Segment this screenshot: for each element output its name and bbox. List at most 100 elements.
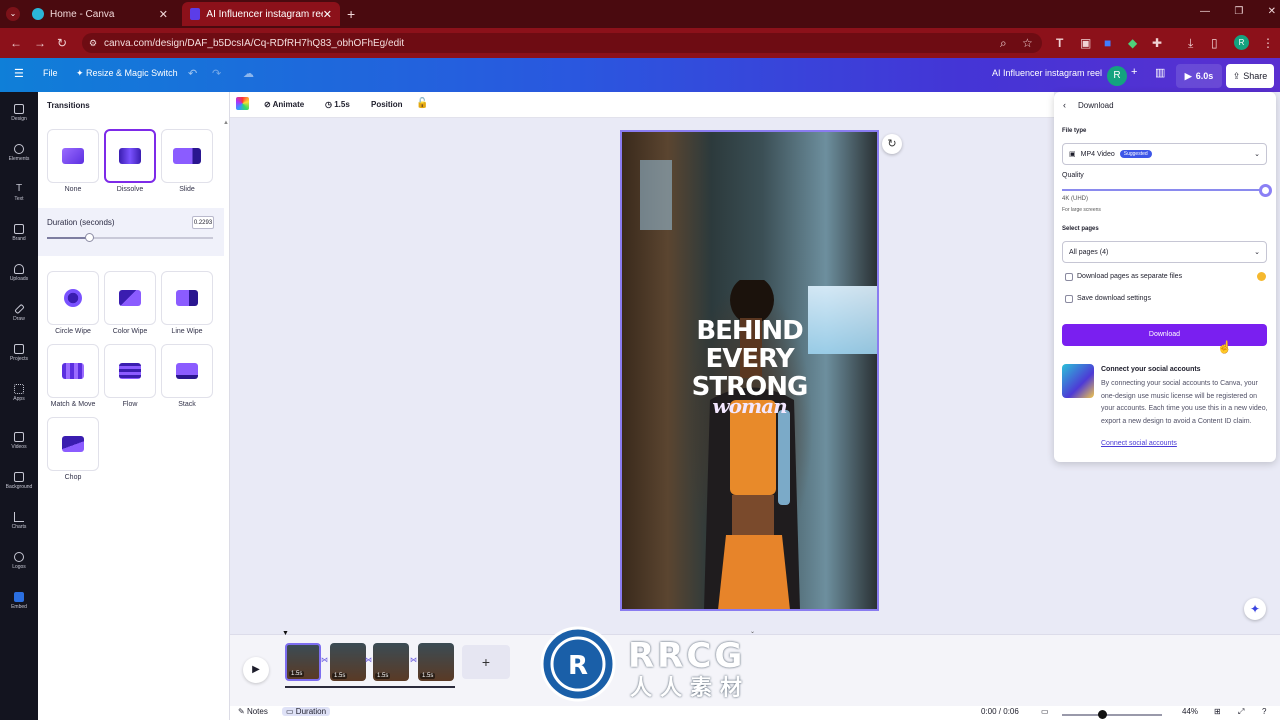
forward-icon[interactable]: → — [34, 36, 46, 50]
browser-tab-home[interactable]: Home - Canva ✕ — [24, 2, 176, 26]
resize-magic-switch-button[interactable]: ✦ Resize & Magic Switch — [76, 68, 178, 79]
url-field[interactable]: ⚙ canva.com/design/DAF_b5DcsIA/Cq-RDfRH7… — [82, 33, 1042, 53]
rail-item-design[interactable]: Design — [0, 104, 38, 122]
refresh-icon[interactable]: ↻ — [882, 134, 902, 154]
rail-item-brand[interactable]: Brand — [0, 224, 38, 242]
rail-item-uploads[interactable]: Uploads — [0, 264, 38, 282]
extension-icon[interactable]: ▣ — [1080, 36, 1091, 50]
duration-toggle-button[interactable]: ▭ Duration — [282, 707, 331, 716]
download-icon[interactable]: ⤓ — [1188, 36, 1193, 51]
extension-blue-icon[interactable]: ■ — [1104, 36, 1111, 50]
transition-none[interactable] — [47, 129, 99, 183]
rail-item-apps[interactable]: Apps — [0, 384, 38, 402]
transition-circle-wipe[interactable] — [47, 271, 99, 325]
rail-item-charts[interactable]: Charts — [0, 512, 38, 530]
position-button[interactable]: Position — [371, 100, 403, 109]
browser-menu-icon[interactable]: ⋮ — [1262, 36, 1274, 50]
add-collaborator-icon[interactable]: + — [1131, 66, 1137, 78]
notes-button[interactable]: ✎ Notes — [238, 707, 268, 716]
transition-slide[interactable] — [161, 129, 213, 183]
fullscreen-icon[interactable]: ⤢ — [1238, 707, 1244, 717]
color-picker-button[interactable] — [236, 97, 249, 110]
help-icon[interactable]: ? — [1262, 707, 1266, 716]
duration-slider-handle[interactable] — [85, 233, 94, 242]
lock-icon[interactable]: 🔓 — [416, 98, 428, 109]
duration-button[interactable]: ◷ 1.5s — [325, 100, 350, 109]
transition-line-wipe[interactable] — [161, 271, 213, 325]
transition-marker-icon[interactable]: ⋈ — [410, 656, 417, 664]
zoom-slider-track[interactable] — [1062, 714, 1162, 716]
quality-slider-handle[interactable] — [1259, 184, 1272, 197]
grid-view-icon[interactable]: ⊞ — [1214, 707, 1221, 716]
file-menu[interactable]: File — [43, 68, 58, 78]
rail-item-background[interactable]: Background — [0, 472, 38, 490]
duration-input[interactable]: 0.2293 — [192, 216, 214, 229]
rail-item-projects[interactable]: Projects — [0, 344, 38, 362]
extension-t-icon[interactable]: T — [1056, 36, 1063, 50]
back-icon[interactable]: ← — [10, 36, 22, 50]
close-window-icon[interactable]: ✕ — [1268, 6, 1276, 17]
quality-slider-track[interactable] — [1062, 189, 1267, 191]
magic-assistant-icon[interactable]: ✦ — [1244, 598, 1266, 620]
close-tab-icon[interactable]: ✕ — [159, 8, 168, 21]
animate-button[interactable]: ⊘ Animate — [264, 100, 304, 109]
rail-item-videos[interactable]: Videos — [0, 432, 38, 450]
transition-marker-icon[interactable]: ⋈ — [321, 656, 328, 664]
connect-social-link[interactable]: Connect social accounts — [1101, 440, 1177, 447]
tab-list-chevron-icon[interactable]: ⌄ — [6, 7, 20, 21]
fit-page-icon[interactable]: ▭ — [1041, 707, 1049, 716]
timeline-clip[interactable]: 1.5s — [418, 643, 454, 681]
transition-chop[interactable] — [47, 417, 99, 471]
restore-icon[interactable]: ❐ — [1234, 6, 1243, 17]
zoom-icon[interactable]: ⌕ — [1000, 36, 1007, 51]
timeline-play-button[interactable]: ▶ — [243, 657, 269, 683]
site-info-icon[interactable]: ⚙ — [89, 38, 97, 49]
timeline-clip[interactable]: 1.5s — [330, 643, 366, 681]
timeline-clip[interactable]: 1.5s — [373, 643, 409, 681]
browser-tab-design[interactable]: AI Influencer instagram reel - I ✕ — [182, 2, 340, 26]
close-tab-icon[interactable]: ✕ — [323, 8, 332, 21]
new-tab-button[interactable]: + — [347, 6, 355, 22]
rail-item-text[interactable]: T Text — [0, 184, 38, 203]
transition-color-wipe[interactable] — [104, 271, 156, 325]
present-play-button[interactable]: ▶ 6.0s — [1176, 64, 1222, 88]
insights-chart-icon[interactable]: ▥ — [1155, 66, 1165, 79]
playhead-marker-icon[interactable]: ▼ — [282, 630, 289, 637]
url-text: canva.com/design/DAF_b5DcsIA/Cq-RDfRH7hQ… — [104, 37, 405, 49]
hamburger-menu-icon[interactable]: ☰ — [14, 67, 24, 80]
zoom-level[interactable]: 44% — [1182, 707, 1198, 716]
rail-item-embed[interactable]: Embed — [0, 592, 38, 610]
sidepanel-icon[interactable]: ▯ — [1211, 36, 1218, 50]
design-title[interactable]: AI Influencer instagram reel — [992, 68, 1102, 78]
zoom-slider-handle[interactable] — [1098, 710, 1107, 719]
rail-item-elements[interactable]: Elements — [0, 144, 38, 162]
minimize-icon[interactable]: — — [1200, 6, 1210, 17]
undo-icon[interactable]: ↶ — [188, 67, 197, 80]
timeline-collapse-icon[interactable]: ⌄ — [750, 628, 755, 635]
collaborator-avatar[interactable]: R — [1107, 66, 1127, 86]
save-settings-checkbox[interactable] — [1065, 295, 1073, 303]
transition-stack[interactable] — [161, 344, 213, 398]
redo-icon[interactable]: ↷ — [212, 67, 221, 80]
rail-item-draw[interactable]: Draw — [0, 303, 38, 322]
extensions-puzzle-icon[interactable]: ✚ — [1152, 36, 1162, 50]
profile-avatar[interactable]: R — [1234, 35, 1249, 50]
timeline-clip[interactable]: 1.5s — [285, 643, 321, 681]
panel-scroll-arrow-icon[interactable]: ▲ — [223, 120, 229, 126]
share-button[interactable]: ⇪ Share — [1226, 64, 1274, 88]
download-button[interactable]: Download — [1062, 324, 1267, 346]
reload-icon[interactable]: ↻ — [57, 36, 67, 50]
play-icon: ▶ — [1184, 70, 1192, 81]
add-page-button[interactable]: + — [462, 645, 510, 679]
bookmark-star-icon[interactable]: ☆ — [1022, 36, 1033, 50]
back-chevron-icon[interactable]: ‹ — [1063, 100, 1066, 110]
transition-dissolve[interactable] — [104, 129, 156, 183]
transition-match-move[interactable] — [47, 344, 99, 398]
separate-files-checkbox[interactable] — [1065, 273, 1073, 281]
extension-color-icon[interactable]: ◆ — [1128, 36, 1137, 50]
transition-flow[interactable] — [104, 344, 156, 398]
file-type-select[interactable]: ▣ MP4 Video Suggested ⌄ — [1062, 143, 1267, 165]
transition-marker-icon[interactable]: ⋈ — [365, 656, 372, 664]
rail-item-logos[interactable]: Logos — [0, 552, 38, 570]
select-pages-dropdown[interactable]: All pages (4) ⌄ — [1062, 241, 1267, 263]
